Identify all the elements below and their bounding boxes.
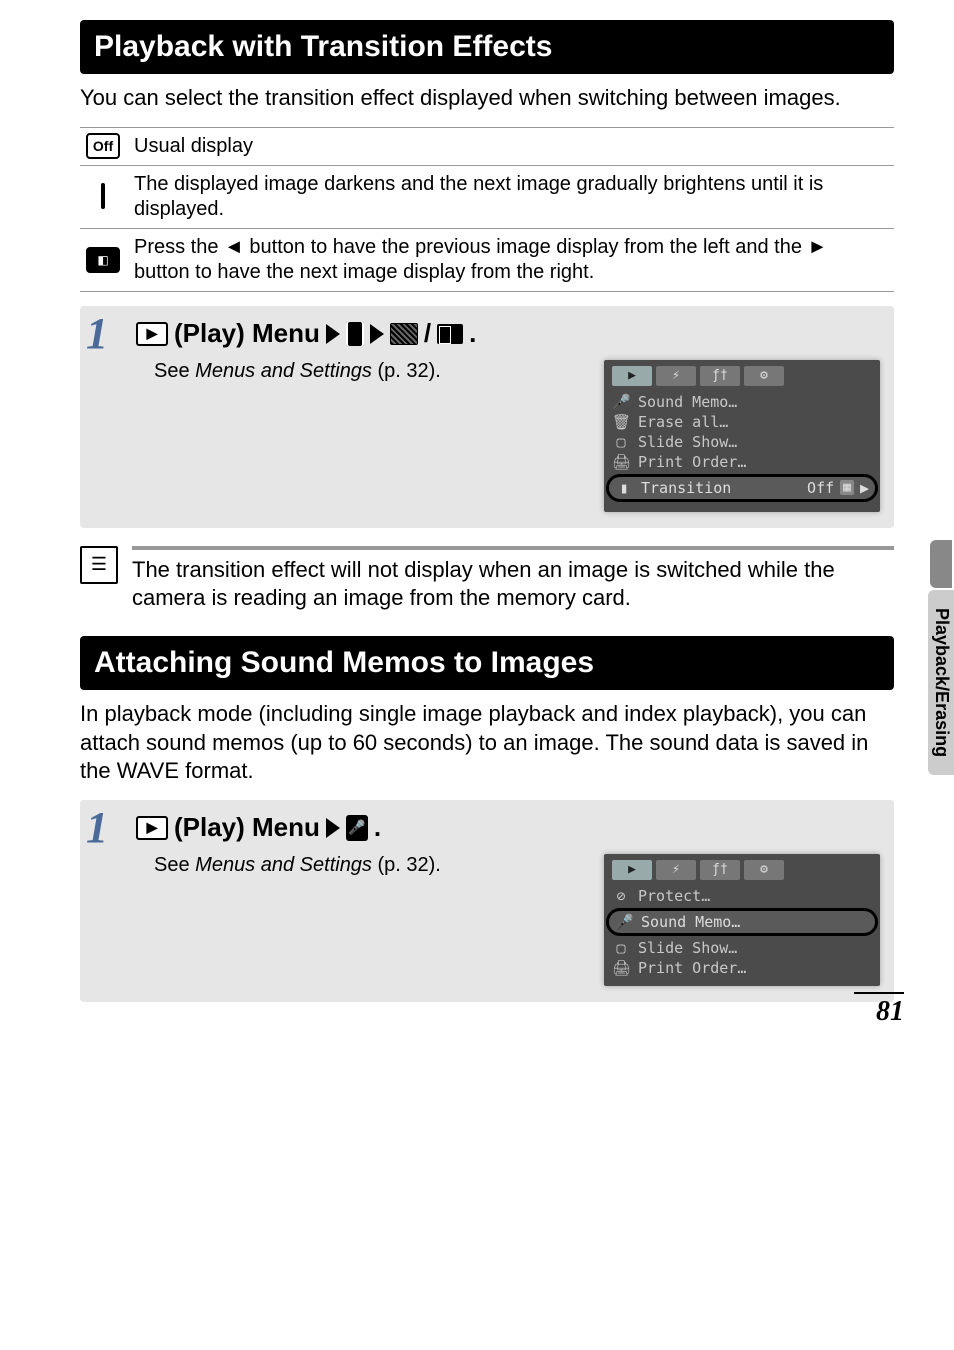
nav-arrow-icon-2 — [370, 324, 384, 344]
side-tab-label: Playback/Erasing — [928, 590, 954, 775]
arrow-left-icon: ◄ — [224, 236, 244, 258]
screen-tab-setup-icon-2: ƒ† — [700, 860, 740, 880]
note-text: The transition effect will not display w… — [132, 546, 894, 612]
protect-icon: ⊘ — [612, 887, 630, 905]
step-box-2: 1 ▶ (Play) Menu 🎤 . See Menus and Settin… — [80, 800, 894, 1002]
highlighted-sound-memo-row: 🎤Sound Memo… — [606, 908, 878, 936]
highlighted-transition-row: ▮Transition Off ▦ ▶ — [606, 474, 878, 502]
fade-option-icon — [390, 323, 418, 345]
row-slide: Press the ◄ button to have the previous … — [126, 228, 894, 291]
side-tab: Playback/Erasing — [928, 540, 954, 775]
slide-icon: ◧ — [86, 247, 120, 273]
hl-right-arrow-icon: ▶ — [860, 479, 869, 497]
step-number-2: 1 — [86, 806, 136, 850]
screen-tab-custom-icon-2: ⚙ — [744, 860, 784, 880]
camera-screen-2: ▶ ⚡ ƒ† ⚙ ⊘Protect… 🎤Sound Memo… ▢Slide S… — [604, 854, 880, 986]
fade-icon — [101, 183, 105, 209]
step-box-1: 1 ▶ (Play) Menu / . See Menus and Settin… — [80, 306, 894, 528]
erase-icon: 🗑 — [612, 413, 630, 431]
transition-options-table: Off Usual display The displayed image da… — [80, 127, 894, 292]
screen-tab-tool-icon-2: ⚡ — [656, 860, 696, 880]
arrow-right-icon: ► — [808, 236, 828, 258]
section-heading-sound-memo: Attaching Sound Memos to Images — [80, 636, 894, 690]
print-icon: 🖨 — [612, 453, 630, 471]
page-number: 81 — [854, 992, 904, 1028]
screen-tab-tool-icon: ⚡ — [656, 366, 696, 386]
step-number-1: 1 — [86, 312, 136, 356]
step-title-2: ▶ (Play) Menu 🎤 . — [136, 812, 381, 843]
screen-tab-play-icon: ▶ — [612, 366, 652, 386]
camera-screen-1: ▶ ⚡ ƒ† ⚙ 🎤Sound Memo… 🗑Erase all… ▢Slide… — [604, 360, 880, 512]
fade-chip-icon: ▦ — [840, 480, 854, 495]
section-heading-transition: Playback with Transition Effects — [80, 20, 894, 74]
intro-text-1: You can select the transition effect dis… — [80, 84, 894, 113]
mic-icon-2: 🎤 — [615, 913, 633, 931]
step-see-ref-2: See Menus and Settings (p. 32). — [154, 854, 584, 877]
mic-icon: 🎤 — [612, 393, 630, 411]
slideshow-icon-2: ▢ — [612, 939, 630, 957]
sound-memo-icon: 🎤 — [346, 815, 368, 841]
print-icon-2: 🖨 — [612, 959, 630, 977]
nav-arrow-icon-3 — [326, 818, 340, 838]
nav-arrow-icon — [326, 324, 340, 344]
screen-tab-custom-icon: ⚙ — [744, 366, 784, 386]
intro-text-2: In playback mode (including single image… — [80, 700, 894, 786]
row-usual-display: Usual display — [126, 127, 894, 165]
step-title-1: ▶ (Play) Menu / . — [136, 318, 476, 349]
slideshow-icon: ▢ — [612, 433, 630, 451]
transition-icon: ▮ — [615, 479, 633, 497]
transition-menu-icon — [346, 322, 364, 346]
play-mode-icon: ▶ — [136, 322, 168, 346]
screen-tab-setup-icon: ƒ† — [700, 366, 740, 386]
row-fade: The displayed image darkens and the next… — [126, 165, 894, 228]
side-tab-stub — [930, 540, 952, 588]
note-icon: ☰ — [80, 546, 118, 584]
step-see-ref-1: See Menus and Settings (p. 32). — [154, 360, 584, 383]
slide-option-icon — [437, 324, 463, 344]
play-mode-icon-2: ▶ — [136, 816, 168, 840]
screen-tab-play-icon-2: ▶ — [612, 860, 652, 880]
off-icon: Off — [86, 133, 120, 159]
